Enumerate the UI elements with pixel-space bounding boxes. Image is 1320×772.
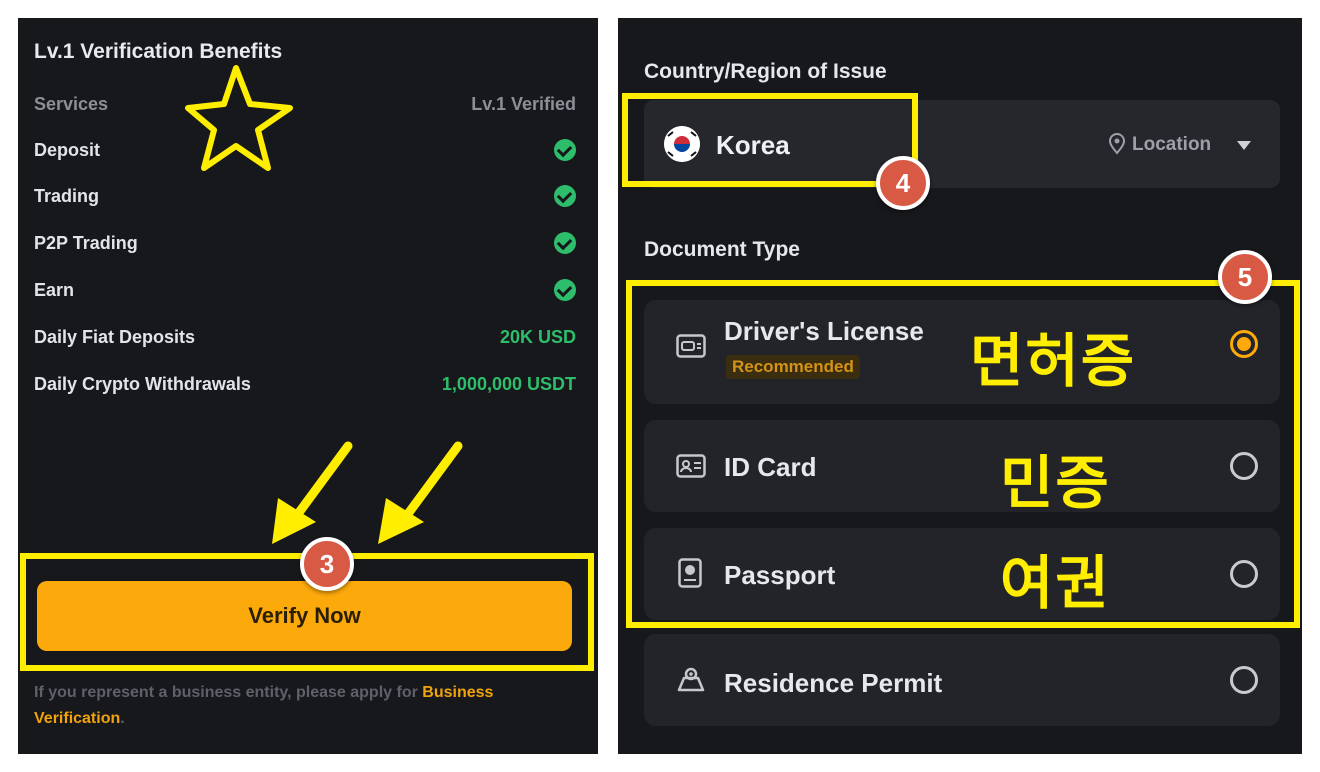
benefits-title: Lv.1 Verification Benefits bbox=[34, 40, 283, 63]
benefit-p2p-label: P2P Trading bbox=[34, 233, 138, 253]
footer-end: . bbox=[120, 710, 125, 727]
star-annotation-icon bbox=[185, 65, 293, 171]
document-highlight-box bbox=[626, 280, 1300, 628]
document-type-label: Document Type bbox=[644, 238, 800, 261]
country-highlight-box bbox=[622, 93, 918, 187]
verification-benefits-panel: Lv.1 Verification Benefits Services Lv.1… bbox=[18, 18, 598, 754]
p2p-check-icon bbox=[554, 232, 576, 254]
document-selection-panel: Country/Region of Issue Korea Location 4… bbox=[618, 18, 1302, 754]
residence-permit-radio[interactable] bbox=[1230, 666, 1258, 694]
location-pin-icon bbox=[1108, 133, 1126, 155]
arrow-annotation-icon bbox=[378, 441, 463, 544]
footer-text: If you represent a business entity, plea… bbox=[34, 684, 423, 701]
benefit-crypto-withdrawals-label: Daily Crypto Withdrawals bbox=[34, 374, 251, 394]
step-3-badge: 3 bbox=[300, 537, 354, 591]
fiat-deposits-value: 20K USD bbox=[499, 327, 576, 347]
benefit-earn-label: Earn bbox=[34, 280, 75, 300]
step-5-badge: 5 bbox=[1218, 250, 1272, 304]
residence-permit-icon bbox=[677, 667, 705, 692]
residence-permit-label: Residence Permit bbox=[724, 668, 943, 698]
benefit-deposit-label: Deposit bbox=[34, 140, 101, 160]
country-section-label: Country/Region of Issue bbox=[644, 60, 887, 83]
trading-check-icon bbox=[554, 185, 576, 207]
services-header: Services bbox=[34, 94, 109, 114]
business-footer-text: If you represent a business entity, plea… bbox=[34, 680, 579, 732]
location-label[interactable]: Location bbox=[1132, 134, 1211, 156]
crypto-withdrawals-value: 1,000,000 USDT bbox=[441, 374, 576, 394]
deposit-check-icon bbox=[554, 139, 576, 161]
benefit-fiat-deposits-label: Daily Fiat Deposits bbox=[34, 327, 196, 347]
verify-now-button[interactable]: Verify Now bbox=[37, 581, 572, 651]
dropdown-arrow-icon[interactable] bbox=[1236, 140, 1252, 152]
benefit-trading-label: Trading bbox=[34, 186, 100, 206]
arrow-annotation-icon bbox=[272, 441, 353, 544]
step-4-badge: 4 bbox=[876, 156, 930, 210]
earn-check-icon bbox=[554, 279, 576, 301]
level-header: Lv.1 Verified bbox=[471, 94, 576, 114]
